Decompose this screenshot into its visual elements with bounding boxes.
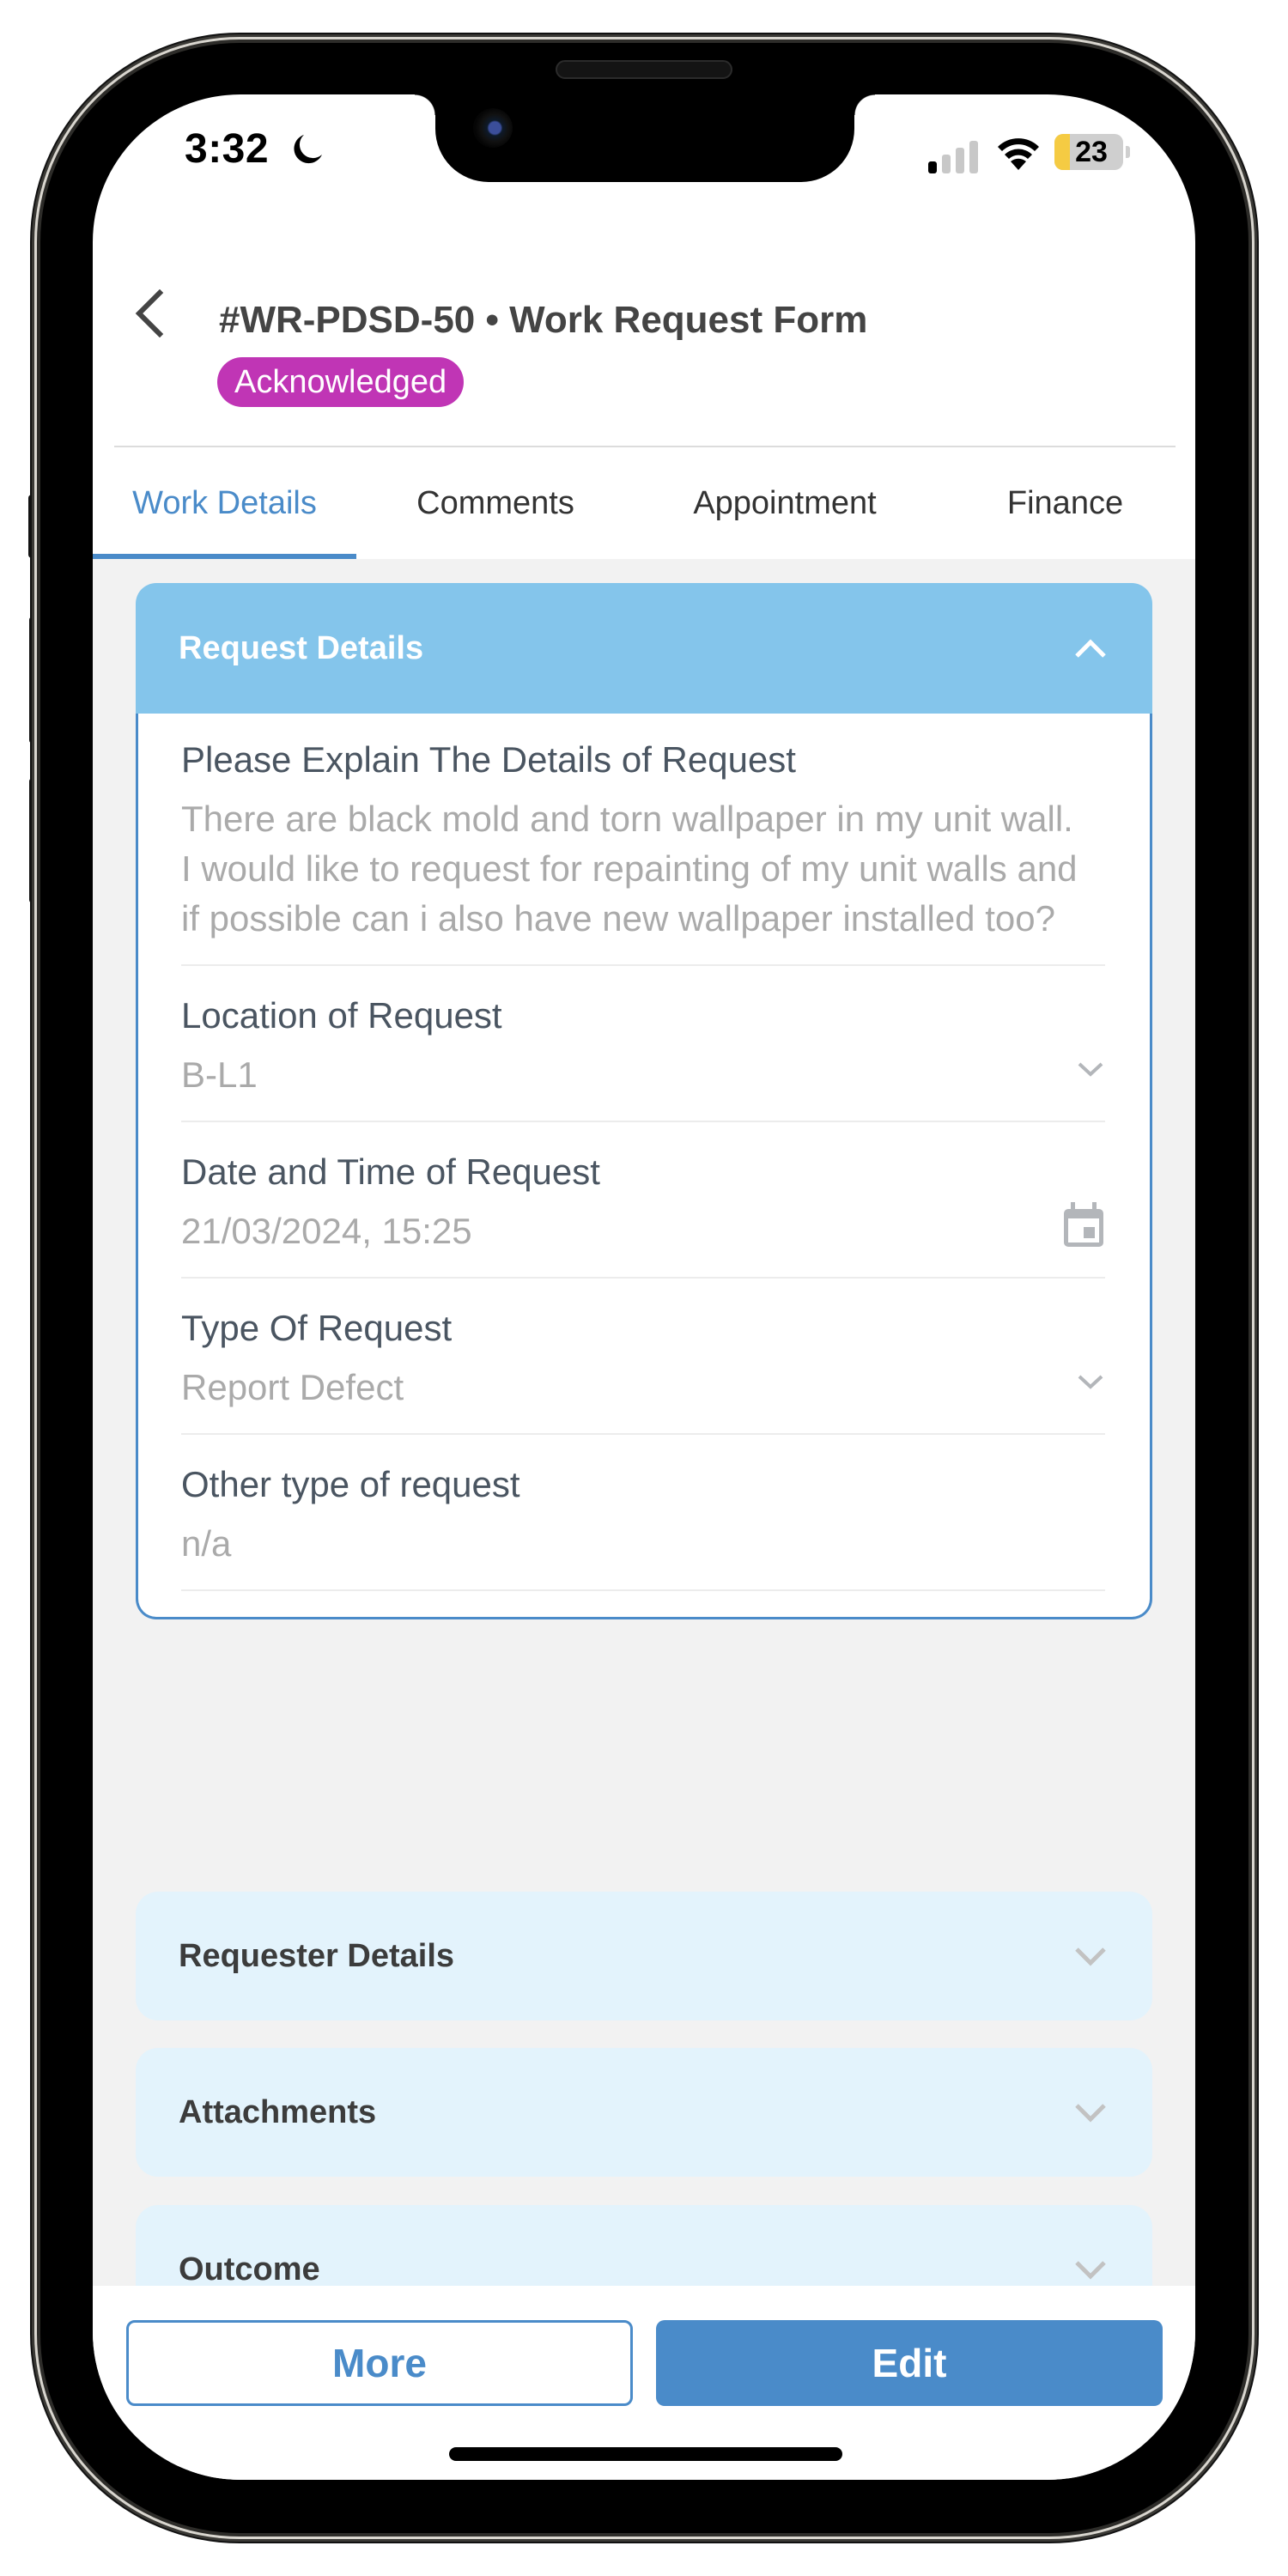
page-title: #WR-PDSD-50 • Work Request Form xyxy=(219,299,868,341)
more-button[interactable]: More xyxy=(126,2320,633,2406)
screen: 3:32 23 #WR-PDSD-50 • Work Request Form xyxy=(93,94,1195,2480)
tab-appointment[interactable]: Appointment xyxy=(635,447,935,559)
battery-indicator: 23 xyxy=(1054,134,1123,170)
field-other-type: Other type of request n/a xyxy=(181,1435,1105,1591)
tab-comments[interactable]: Comments xyxy=(356,447,635,559)
field-value: B-L1 xyxy=(181,1054,258,1095)
status-time: 3:32 xyxy=(185,126,270,172)
field-request-details: Please Explain The Details of Request Th… xyxy=(181,714,1105,966)
chevron-down-icon xyxy=(1075,2104,1106,2123)
chevron-down-icon xyxy=(1075,2261,1106,2280)
section-title: Requester Details xyxy=(179,1937,455,1974)
edit-button[interactable]: Edit xyxy=(656,2320,1163,2406)
chevron-left-icon xyxy=(135,289,164,337)
content-area[interactable]: Request Details Please Explain The Detai… xyxy=(93,559,1195,2286)
cellular-signal-icon xyxy=(928,141,978,173)
section-title: Attachments xyxy=(179,2093,377,2130)
field-location: Location of Request B-L1 xyxy=(181,966,1105,1122)
earpiece-speaker xyxy=(556,60,732,79)
section-request-details: Request Details Please Explain The Detai… xyxy=(136,583,1152,1619)
section-request-details-header[interactable]: Request Details xyxy=(136,583,1152,714)
calendar-icon xyxy=(1064,1202,1103,1247)
back-button[interactable] xyxy=(124,285,175,342)
chevron-up-icon xyxy=(1075,639,1106,658)
field-label: Type Of Request xyxy=(181,1308,453,1348)
chevron-down-icon xyxy=(1078,1062,1103,1077)
signal-bar-1 xyxy=(928,161,937,173)
field-label: Other type of request xyxy=(181,1464,520,1504)
tab-work-details[interactable]: Work Details xyxy=(93,447,356,559)
home-indicator[interactable] xyxy=(449,2447,842,2461)
request-details-textarea[interactable]: There are black mold and torn wallpaper … xyxy=(181,794,1105,944)
section-title: Request Details xyxy=(179,629,424,666)
tab-finance[interactable]: Finance xyxy=(935,447,1195,559)
chevron-down-icon xyxy=(1078,1375,1103,1389)
type-of-request-select[interactable]: Report Defect xyxy=(181,1351,1105,1413)
moon-icon xyxy=(294,135,322,164)
wifi-icon xyxy=(998,138,1039,170)
front-camera xyxy=(473,108,513,148)
battery-tip xyxy=(1126,146,1130,158)
field-label: Please Explain The Details of Request xyxy=(181,739,796,780)
signal-bar-2 xyxy=(942,155,951,173)
notch xyxy=(415,94,875,182)
power-button xyxy=(1247,721,1259,991)
tab-bar: Work Details Comments Appointment Financ… xyxy=(93,447,1195,559)
location-select[interactable]: B-L1 xyxy=(181,1038,1105,1100)
status-badge: Acknowledged xyxy=(217,357,465,407)
signal-bar-4 xyxy=(969,141,978,173)
field-type-of-request: Type Of Request Report Defect xyxy=(181,1279,1105,1435)
field-label: Date and Time of Request xyxy=(181,1151,600,1192)
section-requester-details[interactable]: Requester Details xyxy=(136,1892,1152,2020)
section-outcome[interactable]: Outcome xyxy=(136,2205,1152,2286)
field-value: 21/03/2024, 15:25 xyxy=(181,1211,472,1251)
other-type-input[interactable]: n/a xyxy=(181,1519,1105,1569)
battery-percent: 23 xyxy=(1075,136,1108,168)
field-label: Location of Request xyxy=(181,995,502,1036)
chevron-down-icon xyxy=(1075,1947,1106,1966)
field-value: Report Defect xyxy=(181,1367,404,1407)
phone-frame: 3:32 23 #WR-PDSD-50 • Work Request Form xyxy=(40,43,1249,2533)
section-request-details-body: Please Explain The Details of Request Th… xyxy=(136,714,1152,1619)
date-time-picker[interactable]: 21/03/2024, 15:25 xyxy=(181,1194,1105,1256)
field-date-time: Date and Time of Request 21/03/2024, 15:… xyxy=(181,1122,1105,1279)
section-attachments[interactable]: Attachments xyxy=(136,2048,1152,2177)
signal-bar-3 xyxy=(956,148,964,173)
section-title: Outcome xyxy=(179,2251,320,2287)
